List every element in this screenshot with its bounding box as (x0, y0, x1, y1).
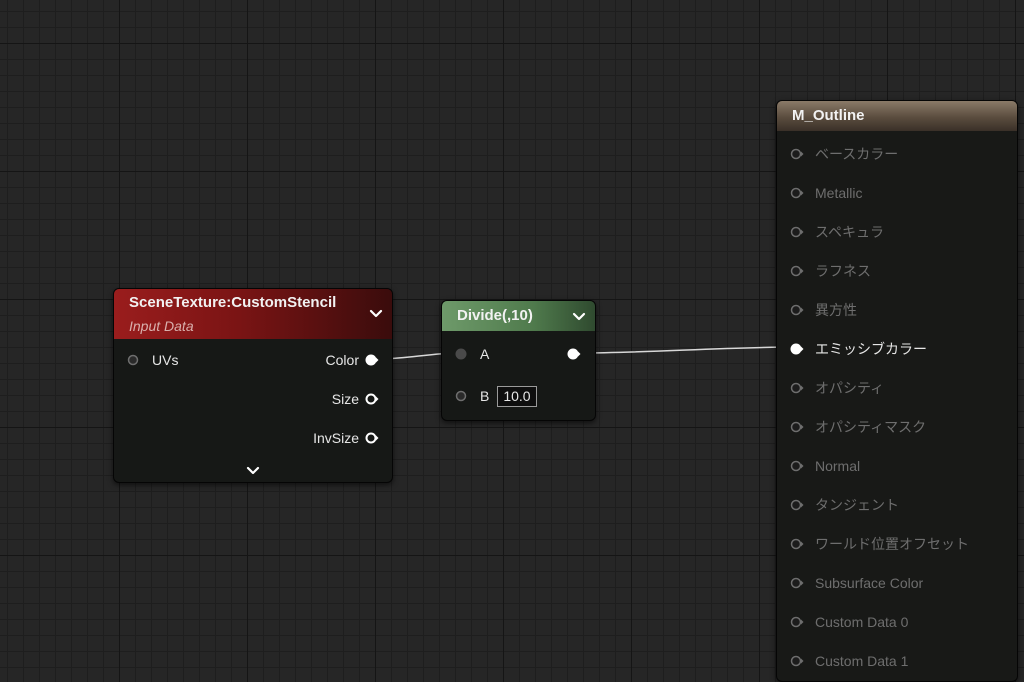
pin-label: ワールド位置オフセット (815, 536, 969, 552)
material-input-pin[interactable]: Normal (790, 456, 860, 476)
input-pin-icon[interactable] (790, 264, 804, 278)
material-input-pin[interactable]: Custom Data 0 (790, 612, 908, 632)
material-input-pin[interactable]: Metallic (790, 183, 862, 203)
input-pin-icon[interactable] (790, 147, 804, 161)
chevron-down-icon[interactable] (368, 305, 384, 321)
pin-invsize[interactable]: InvSize (313, 428, 379, 448)
pin-label: ベースカラー (815, 146, 899, 162)
input-pin-icon[interactable] (790, 498, 804, 512)
input-pin-icon[interactable] (127, 353, 141, 367)
node-title: SceneTexture:CustomStencil (129, 294, 337, 311)
pin-color[interactable]: Color (326, 350, 379, 370)
pin-label: B (480, 388, 490, 404)
material-input-pin[interactable]: 異方性 (790, 300, 857, 320)
node-title: Divide(,10) (457, 307, 533, 324)
pin-divide-output[interactable] (567, 344, 581, 364)
scene-texture-header[interactable]: SceneTexture:CustomStencil Input Data (114, 289, 392, 339)
input-pin-icon[interactable] (790, 186, 804, 200)
pin-label: オパシティマスク (815, 419, 927, 435)
material-input-pin[interactable]: オパシティ (790, 378, 884, 398)
pin-label: ラフネス (815, 263, 871, 279)
pin-label: Custom Data 1 (815, 653, 909, 669)
input-pin-icon[interactable] (455, 389, 469, 403)
expand-chevron-icon[interactable] (245, 462, 261, 478)
material-input-pin[interactable]: ラフネス (790, 261, 871, 281)
material-input-pin[interactable]: タンジェント (790, 495, 899, 515)
divide-node[interactable]: Divide(,10) A B 10.0 (441, 300, 596, 421)
scene-texture-node[interactable]: SceneTexture:CustomStencil Input Data UV… (113, 288, 393, 483)
pin-label: スペキュラ (815, 224, 885, 240)
material-input-pin[interactable]: エミッシブカラー (790, 339, 927, 359)
pin-uvs[interactable]: UVs (127, 350, 178, 370)
input-pin-icon[interactable] (790, 381, 804, 395)
input-pin-icon[interactable] (790, 420, 804, 434)
pin-label: UVs (152, 352, 179, 368)
pin-label: Color (325, 352, 359, 368)
input-pin-connected-icon[interactable] (790, 342, 804, 356)
pin-label: Metallic (815, 185, 863, 201)
input-pin-icon[interactable] (790, 576, 804, 590)
material-input-pin[interactable]: スペキュラ (790, 222, 884, 242)
wire-divide-to-emissive (579, 346, 799, 354)
input-pin-icon[interactable] (790, 225, 804, 239)
material-input-pin[interactable]: Subsurface Color (790, 573, 923, 593)
node-subtitle: Input Data (129, 318, 194, 334)
pin-b[interactable]: B 10.0 (455, 385, 537, 407)
output-pin-icon[interactable] (365, 392, 379, 406)
input-pin-icon[interactable] (790, 615, 804, 629)
b-value-input[interactable]: 10.0 (497, 385, 537, 407)
material-input-pin[interactable]: オパシティマスク (790, 417, 926, 437)
material-output-node[interactable]: M_Outline ベースカラー Metallic スペキュララフネス異方性エミッシ… (776, 100, 1018, 682)
input-pin-icon[interactable] (790, 537, 804, 551)
pin-label: Normal (815, 458, 861, 474)
output-pin-connected-icon[interactable] (365, 353, 379, 367)
input-pin-icon[interactable] (790, 303, 804, 317)
material-input-pin[interactable]: ベースカラー (790, 144, 898, 164)
divide-header[interactable]: Divide(,10) (442, 301, 595, 331)
material-input-pin[interactable]: ワールド位置オフセット (790, 534, 969, 554)
chevron-down-icon[interactable] (571, 308, 587, 324)
output-pin-connected-icon[interactable] (567, 347, 581, 361)
input-pin-connected-icon[interactable] (455, 347, 469, 361)
pin-label: 異方性 (815, 302, 857, 318)
pin-label: タンジェント (815, 497, 899, 513)
output-pin-icon[interactable] (365, 431, 379, 445)
pin-label: Subsurface Color (815, 575, 924, 591)
material-input-pin[interactable]: Custom Data 1 (790, 651, 908, 671)
material-header[interactable]: M_Outline (777, 101, 1017, 131)
pin-label: Size (331, 391, 359, 407)
pin-label: Custom Data 0 (815, 614, 909, 630)
input-pin-icon[interactable] (790, 459, 804, 473)
pin-label: InvSize (313, 430, 359, 446)
node-title: M_Outline (792, 107, 865, 124)
pin-label: エミッシブカラー (815, 341, 927, 357)
pin-a[interactable]: A (455, 344, 489, 364)
input-pin-icon[interactable] (790, 654, 804, 668)
pin-label: オパシティ (815, 380, 885, 396)
pin-label: A (480, 346, 490, 362)
pin-size[interactable]: Size (332, 389, 379, 409)
